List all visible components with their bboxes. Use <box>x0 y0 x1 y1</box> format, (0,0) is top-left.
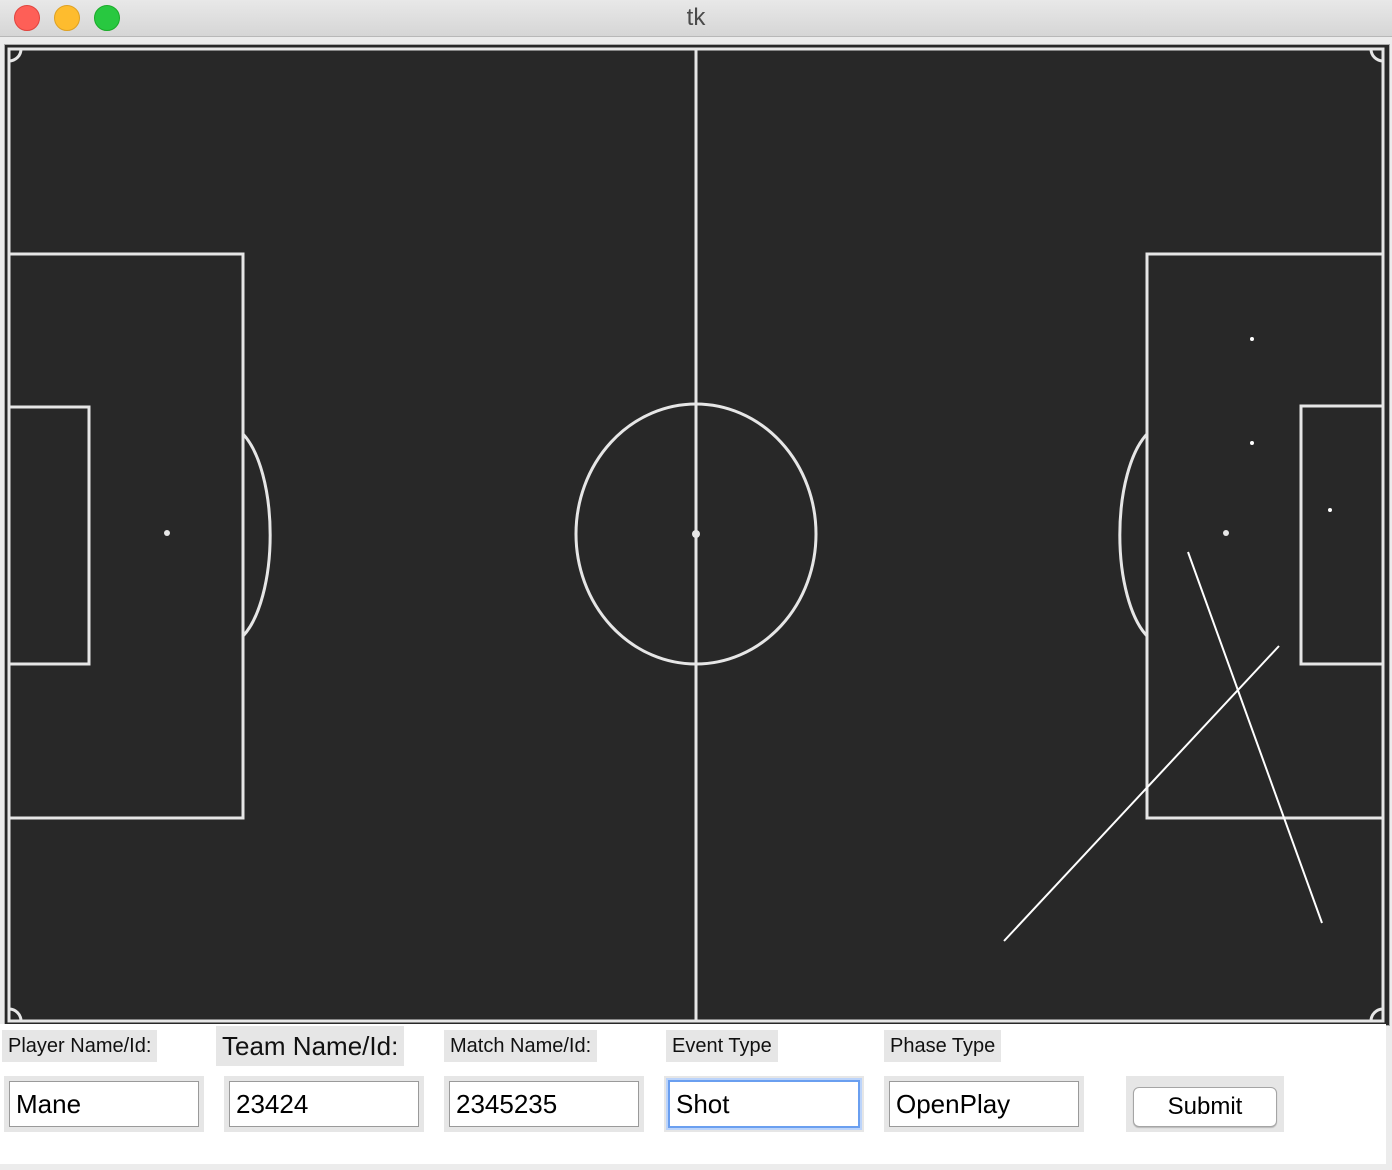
pitch-canvas[interactable] <box>4 44 1390 1026</box>
left-penalty-spot <box>164 530 170 536</box>
corner-arc-bottom-right <box>1369 1007 1384 1022</box>
title-bar: tk <box>0 0 1392 37</box>
match-label: Match Name/Id: <box>444 1030 598 1062</box>
left-goal-area <box>7 405 91 666</box>
pitch-drawing <box>7 47 1385 1023</box>
left-penalty-area <box>7 252 245 820</box>
drawn-line-2 <box>1003 645 1280 942</box>
right-penalty-arc <box>1118 432 1149 638</box>
event-type-label: Event Type <box>666 1030 778 1062</box>
window-title: tk <box>686 4 706 31</box>
drawn-dot-3 <box>1328 508 1332 512</box>
submit-button[interactable]: Submit <box>1133 1087 1277 1127</box>
corner-arc-top-right <box>1369 48 1384 63</box>
drawn-dot-1 <box>1250 337 1254 341</box>
player-label: Player Name/Id: <box>2 1030 158 1062</box>
right-penalty-area <box>1145 252 1385 820</box>
player-input[interactable] <box>9 1081 199 1127</box>
right-penalty-spot <box>1223 530 1229 536</box>
corner-arc-bottom-left <box>8 1007 23 1022</box>
drawn-dot-2 <box>1250 441 1254 445</box>
match-input[interactable] <box>449 1081 639 1127</box>
team-input[interactable] <box>229 1081 419 1127</box>
phase-type-label: Phase Type <box>884 1030 1002 1062</box>
corner-arc-top-left <box>8 48 23 63</box>
phase-type-input[interactable] <box>889 1081 1079 1127</box>
team-label: Team Name/Id: <box>216 1026 405 1066</box>
event-form: Player Name/Id: Team Name/Id: Match Name… <box>0 1024 1386 1164</box>
event-type-input[interactable] <box>668 1080 860 1128</box>
left-penalty-arc <box>241 432 272 638</box>
right-goal-area <box>1299 404 1385 666</box>
centre-spot <box>692 530 700 538</box>
